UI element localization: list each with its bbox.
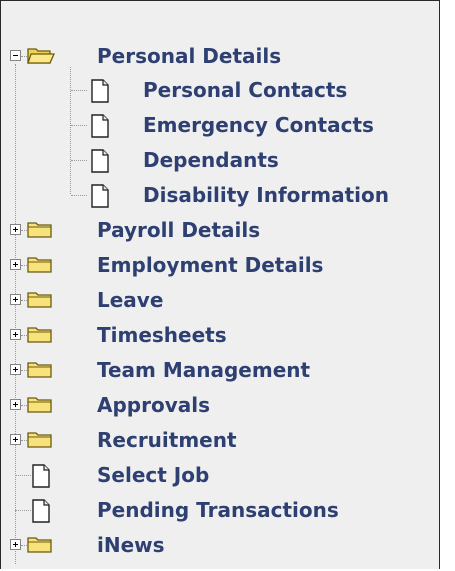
document-icon [31, 499, 51, 527]
tree-item-disability-information[interactable]: Disability Information [9, 178, 439, 213]
tree-item-label[interactable]: Select Job [97, 465, 209, 485]
tree-item-label[interactable]: Employment Details [97, 255, 323, 275]
tree-item-label[interactable]: iNews [97, 535, 165, 555]
tree-item-personal-details[interactable]: Personal Details [9, 39, 439, 74]
tree-item-label[interactable]: Pending Transactions [97, 500, 339, 520]
tree-item-recruitment[interactable]: Recruitment [9, 423, 439, 458]
document-icon [31, 464, 51, 492]
expand-toggle[interactable] [10, 259, 21, 270]
tree-item-label[interactable]: Payroll Details [97, 220, 260, 240]
document-icon [90, 184, 110, 212]
folder-icon [27, 360, 53, 384]
tree-item-label[interactable]: Disability Information [143, 185, 389, 205]
tree-item-payroll-details[interactable]: Payroll Details [9, 213, 439, 248]
navigation-panel: Personal Details Personal Contacts Emerg… [0, 0, 440, 569]
tree-item-dependants[interactable]: Dependants [9, 143, 439, 178]
folder-icon [27, 395, 53, 419]
folder-icon [27, 220, 53, 244]
expand-toggle[interactable] [10, 294, 21, 305]
tree-item-label[interactable]: Leave [97, 290, 163, 310]
tree-item-label[interactable]: Team Management [97, 360, 310, 380]
document-icon [90, 79, 110, 107]
tree-item-label[interactable]: Personal Contacts [143, 80, 347, 100]
expand-toggle[interactable] [10, 434, 21, 445]
folder-icon [27, 325, 53, 349]
tree-item-label[interactable]: Emergency Contacts [143, 115, 374, 135]
tree-item-timesheets[interactable]: Timesheets [9, 318, 439, 353]
tree-item-label[interactable]: Approvals [97, 395, 210, 415]
open-folder-icon [27, 46, 56, 70]
expand-toggle[interactable] [10, 224, 21, 235]
tree-item-label[interactable]: Personal Details [97, 46, 281, 66]
tree-item-select-job[interactable]: Select Job [9, 458, 439, 493]
tree-item-personal-contacts[interactable]: Personal Contacts [9, 73, 439, 108]
tree-item-label[interactable]: Dependants [143, 150, 279, 170]
tree-item-leave[interactable]: Leave [9, 283, 439, 318]
collapse-toggle[interactable] [10, 50, 21, 61]
document-icon [90, 149, 110, 177]
folder-icon [27, 290, 53, 314]
tree-item-approvals[interactable]: Approvals [9, 388, 439, 423]
folder-icon [27, 255, 53, 279]
tree-item-inews[interactable]: iNews [9, 528, 439, 563]
tree-item-label[interactable]: Recruitment [97, 430, 237, 450]
folder-icon [27, 535, 53, 559]
expand-toggle[interactable] [10, 539, 21, 550]
tree-item-team-management[interactable]: Team Management [9, 353, 439, 388]
tree-item-label[interactable]: Timesheets [97, 325, 227, 345]
expand-toggle[interactable] [10, 399, 21, 410]
tree-item-employment-details[interactable]: Employment Details [9, 248, 439, 283]
document-icon [90, 114, 110, 142]
tree-item-pending-transactions[interactable]: Pending Transactions [9, 493, 439, 528]
tree-item-emergency-contacts[interactable]: Emergency Contacts [9, 108, 439, 143]
folder-icon [27, 430, 53, 454]
expand-toggle[interactable] [10, 329, 21, 340]
expand-toggle[interactable] [10, 364, 21, 375]
